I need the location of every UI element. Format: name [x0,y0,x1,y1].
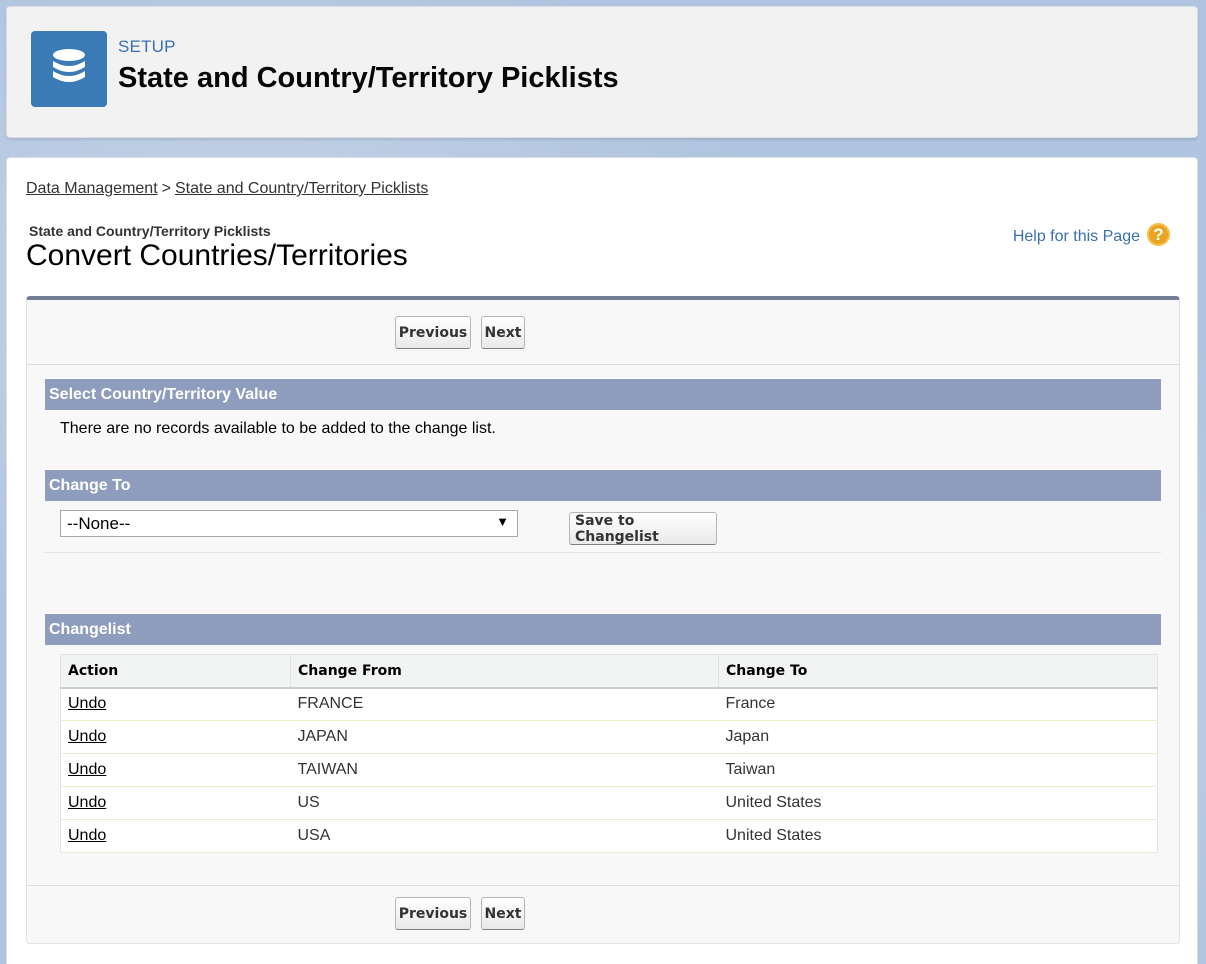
change-to-cell: Japan [718,720,1158,754]
next-button-top[interactable]: Next [481,316,525,349]
table-header-row: Action Change From Change To [60,654,1158,689]
change-from-cell: US [290,786,719,820]
breadcrumb: Data Management > State and Country/Territ… [26,180,428,198]
undo-link[interactable]: Undo [68,695,106,712]
undo-link[interactable]: Undo [68,794,106,811]
next-button-bottom[interactable]: Next [481,897,525,930]
change-to-cell: France [718,687,1158,721]
change-from-cell: JAPAN [290,720,719,754]
change-to-cell: Taiwan [718,753,1158,787]
table-row: Undo FRANCE France [60,687,1158,721]
breadcrumb-picklists[interactable]: State and Country/Territory Picklists [175,180,428,197]
help-link[interactable]: Help for this Page [1013,228,1140,246]
table-row: Undo JAPAN Japan [60,720,1158,754]
column-header-action: Action [60,654,291,689]
change-to-cell: United States [718,819,1158,853]
select-value-section-header: Select Country/Territory Value [45,378,1161,410]
changelist-table: Action Change From Change To Undo FRANCE… [60,654,1158,853]
change-to-select[interactable]: --None-- ▼ [60,510,518,537]
changelist-section-header: Changelist [45,613,1161,645]
page-subtitle: State and Country/Territory Picklists [29,223,271,239]
change-to-section-header: Change To [45,469,1161,501]
bottom-button-row: Previous Next [27,885,1179,943]
change-to-cell: United States [718,786,1158,820]
header-title: State and Country/Territory Picklists [118,62,619,94]
main-content: Data Management > State and Country/Territ… [6,157,1198,964]
database-icon [31,31,107,107]
page-title: Convert Countries/Territories [26,239,408,272]
divider [45,552,1161,553]
convert-block: Previous Next Select Country/Territory V… [26,296,1180,944]
undo-link[interactable]: Undo [68,761,106,778]
question-icon[interactable]: ? [1147,223,1170,246]
top-button-row: Previous Next [27,300,1179,365]
table-row: Undo US United States [60,786,1158,820]
table-row: Undo USA United States [60,819,1158,853]
column-header-change-from: Change From [290,654,719,689]
undo-link[interactable]: Undo [68,827,106,844]
table-row: Undo TAIWAN Taiwan [60,753,1158,787]
change-to-select-value: --None-- [67,514,131,533]
breadcrumb-separator: > [161,180,171,197]
header-eyebrow: SETUP [118,37,176,56]
undo-link[interactable]: Undo [68,728,106,745]
change-from-cell: TAIWAN [290,753,719,787]
dropdown-arrow-icon: ▼ [496,514,509,529]
save-to-changelist-button[interactable]: Save to Changelist [569,512,717,545]
column-header-change-to: Change To [718,654,1158,689]
previous-button-top[interactable]: Previous [395,316,471,349]
previous-button-bottom[interactable]: Previous [395,897,471,930]
change-from-cell: FRANCE [290,687,719,721]
no-records-message: There are no records available to be add… [60,420,496,437]
change-from-cell: USA [290,819,719,853]
breadcrumb-data-management[interactable]: Data Management [26,180,158,197]
page-header: SETUP State and Country/Territory Pickli… [6,6,1198,138]
